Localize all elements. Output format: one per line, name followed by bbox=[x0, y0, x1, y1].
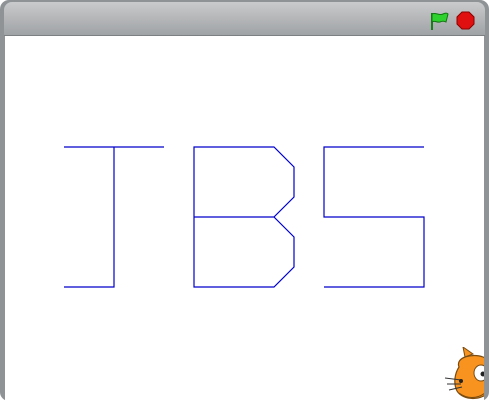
project-player-frame bbox=[0, 0, 489, 401]
pen-letter-t bbox=[64, 146, 164, 288]
cat-sprite-icon[interactable] bbox=[443, 347, 484, 401]
stop-sign-icon[interactable] bbox=[456, 11, 475, 30]
pen-drawing-tbs bbox=[64, 146, 425, 288]
pen-letter-s bbox=[323, 146, 425, 288]
green-flag-icon[interactable] bbox=[428, 11, 450, 31]
pen-letter-b bbox=[193, 146, 295, 288]
stage-canvas[interactable] bbox=[5, 36, 484, 401]
player-title-bar bbox=[4, 2, 485, 36]
